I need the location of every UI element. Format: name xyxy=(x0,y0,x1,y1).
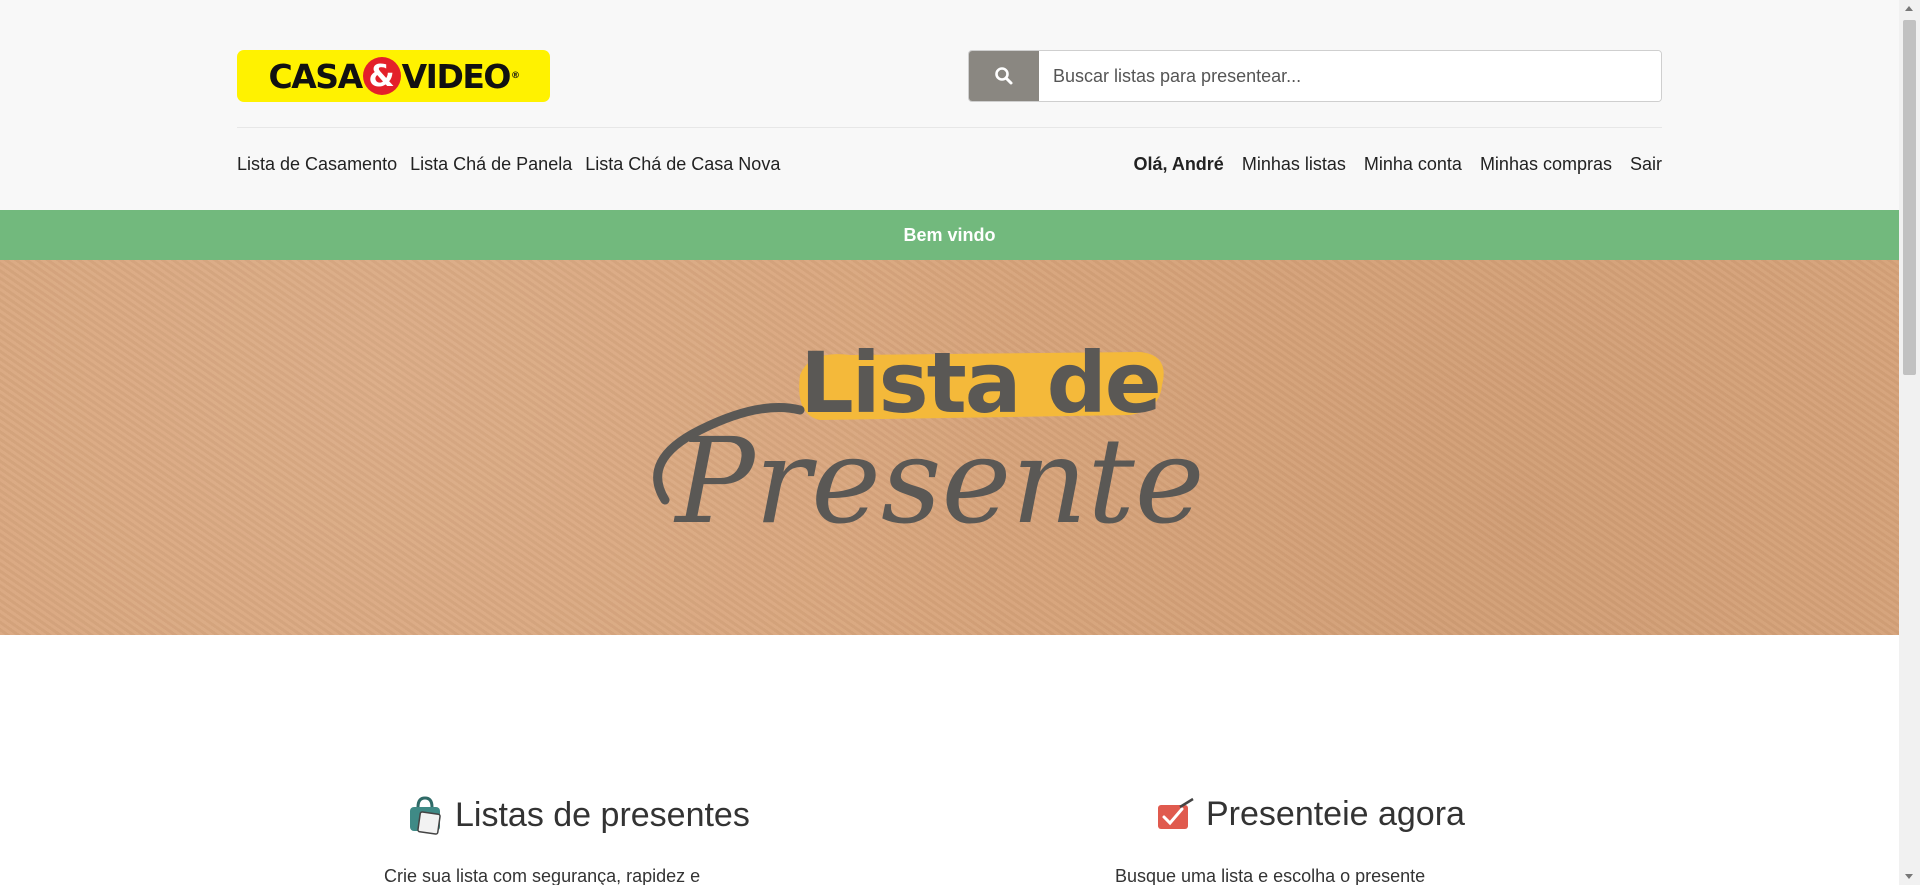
scrollbar-thumb[interactable] xyxy=(1903,20,1916,375)
feature-title-presenteie: Presenteie agora xyxy=(1206,795,1465,833)
search-input[interactable] xyxy=(1039,51,1661,101)
logo-text-right: VIDEO xyxy=(401,56,512,96)
vertical-scrollbar[interactable] xyxy=(1899,0,1920,885)
nav-minhas-compras[interactable]: Minhas compras xyxy=(1480,154,1612,175)
page: CASA & VIDEO ® Lista de Casamento Lista … xyxy=(0,0,1899,885)
banner-title-line2: Presente xyxy=(673,412,1204,550)
feature-listas-presentes: Listas de presentes xyxy=(407,795,750,835)
welcome-bar: Bem vindo xyxy=(0,210,1899,260)
checklist-icon xyxy=(1158,797,1194,829)
casa-video-logo[interactable]: CASA & VIDEO ® xyxy=(237,50,550,102)
nav-sair[interactable]: Sair xyxy=(1630,154,1662,175)
user-greeting: Olá, André xyxy=(1133,154,1224,174)
scroll-down-arrow-icon[interactable] xyxy=(1905,874,1913,879)
nav-minhas-listas[interactable]: Minhas listas xyxy=(1242,154,1346,175)
logo-ampersand: & xyxy=(362,57,401,95)
feature-desc-presenteie: Busque uma lista e escolha o presente xyxy=(1115,866,1426,885)
search-bar xyxy=(968,50,1662,102)
logo-text-left: CASA xyxy=(268,56,364,96)
gift-bag-icon xyxy=(410,796,441,835)
feature-title-listas: Listas de presentes xyxy=(455,795,750,834)
search-button[interactable] xyxy=(969,51,1039,101)
nav-lista-cha-casa-nova[interactable]: Lista Chá de Casa Nova xyxy=(585,154,780,175)
logo-registered-mark: ® xyxy=(510,71,520,81)
header: CASA & VIDEO ® Lista de Casamento Lista … xyxy=(0,0,1899,210)
search-icon xyxy=(995,67,1013,85)
nav-lista-casamento[interactable]: Lista de Casamento xyxy=(237,154,397,175)
account-nav: Olá, André Minhas listas Minha conta Min… xyxy=(1133,154,1662,175)
feature-presenteie-agora: Presenteie agora xyxy=(1156,795,1465,834)
feature-desc-listas: Crie sua lista com segurança, rapidez e xyxy=(384,866,701,885)
welcome-text: Bem vindo xyxy=(903,224,996,245)
category-nav: Lista de Casamento Lista Chá de Panela L… xyxy=(237,154,780,175)
nav-lista-cha-panela[interactable]: Lista Chá de Panela xyxy=(410,154,572,175)
nav-minha-conta[interactable]: Minha conta xyxy=(1364,154,1462,175)
header-divider xyxy=(237,127,1662,128)
hero-banner: Lista de Presente xyxy=(0,260,1899,635)
lista-de-presente-artwork: Lista de Presente xyxy=(653,334,1205,550)
scroll-up-arrow-icon[interactable] xyxy=(1905,6,1913,11)
